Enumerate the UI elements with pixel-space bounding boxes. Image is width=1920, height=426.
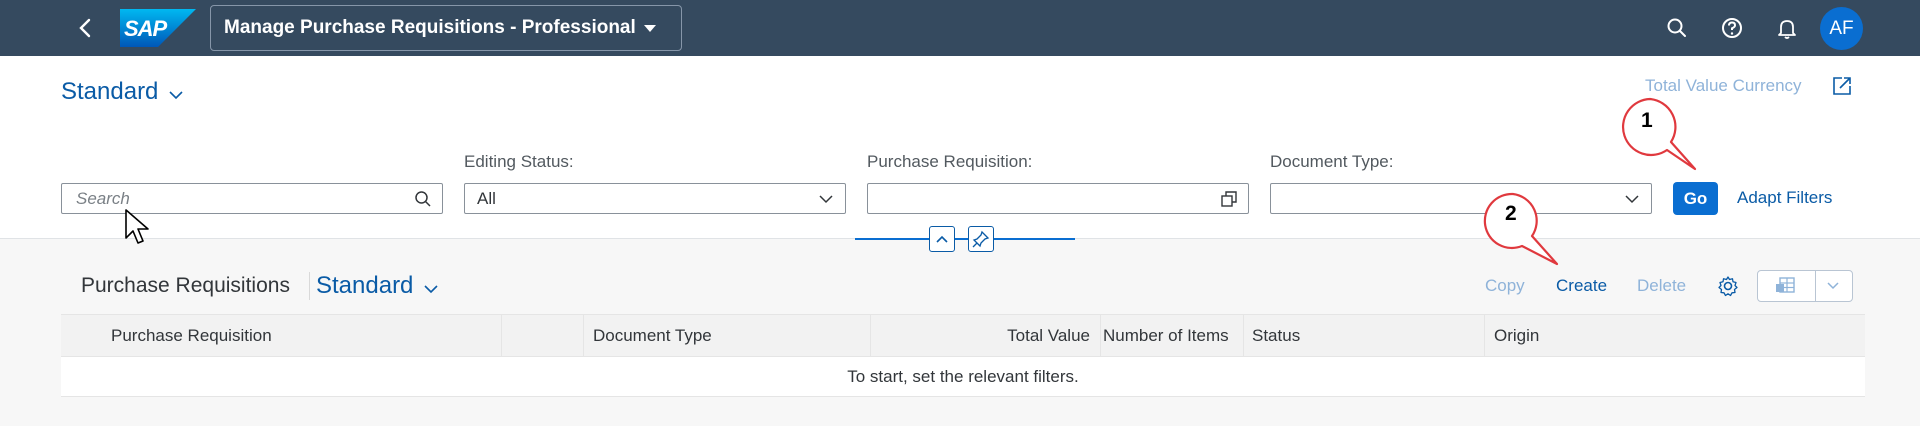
export-menu-button[interactable]: [1757, 270, 1853, 302]
column-number-of-items[interactable]: Number of Items: [1103, 326, 1229, 346]
shell-bar: SAP Manage Purchase Requisitions - Profe…: [0, 0, 1920, 56]
go-button[interactable]: Go: [1673, 182, 1718, 215]
editing-status-select[interactable]: All: [464, 183, 846, 214]
title-separator: [309, 272, 310, 300]
chevron-down-icon[interactable]: [1825, 281, 1841, 291]
chevron-up-icon: [936, 235, 948, 243]
search-icon[interactable]: [1663, 14, 1691, 42]
avatar-initials: AF: [1829, 17, 1854, 39]
purchase-requisition-label: Purchase Requisition:: [867, 152, 1033, 171]
pin-header-button[interactable]: [968, 226, 994, 252]
column-separator: [501, 315, 502, 357]
create-button[interactable]: Create: [1556, 276, 1607, 296]
editing-status-value: All: [477, 189, 496, 208]
column-document-type[interactable]: Document Type: [593, 326, 712, 346]
callout-1-number: 1: [1641, 109, 1653, 132]
collapse-header-button[interactable]: [929, 226, 955, 252]
export-spreadsheet-icon: [1776, 277, 1795, 293]
chevron-down-icon: [819, 195, 833, 204]
column-separator: [583, 315, 584, 357]
app-title: Manage Purchase Requisitions - Professio…: [224, 17, 636, 38]
table-variant-name: Standard: [316, 272, 414, 299]
variant-name: Standard: [61, 78, 159, 105]
column-status[interactable]: Status: [1252, 326, 1300, 346]
bell-icon[interactable]: [1773, 14, 1801, 42]
export-divider: [1815, 271, 1816, 301]
app-title-menu[interactable]: Manage Purchase Requisitions - Professio…: [210, 5, 682, 51]
avatar[interactable]: AF: [1820, 7, 1863, 50]
document-type-label: Document Type:: [1270, 152, 1394, 171]
column-separator: [870, 315, 871, 357]
mouse-cursor-icon: [125, 209, 149, 244]
table-title: Purchase Requisitions: [81, 274, 290, 297]
search-icon[interactable]: [414, 190, 432, 208]
table-variant-selector[interactable]: Standard: [316, 272, 439, 300]
caret-down-icon: [643, 24, 656, 32]
search-input[interactable]: Search: [61, 183, 443, 214]
gear-icon[interactable]: [1716, 274, 1740, 298]
total-value-currency-link[interactable]: Total Value Currency: [1645, 76, 1802, 96]
callout-1-bubble: [1621, 97, 1697, 171]
table-header-row: Purchase Requisition Document Type Total…: [61, 314, 1865, 357]
delete-button[interactable]: Delete: [1637, 276, 1686, 296]
column-separator: [1243, 315, 1244, 357]
pin-icon: [972, 230, 990, 248]
copy-button[interactable]: Copy: [1485, 276, 1525, 296]
logo-text: SAP: [124, 16, 167, 41]
variant-selector[interactable]: Standard: [61, 78, 184, 106]
go-label: Go: [1683, 188, 1708, 208]
callout-2-bubble: [1483, 192, 1559, 266]
value-help-icon[interactable]: [1220, 190, 1238, 208]
chevron-down-icon: [424, 284, 438, 293]
editing-status-label: Editing Status:: [464, 152, 574, 171]
table-body: To start, set the relevant filters.: [61, 357, 1865, 397]
column-origin[interactable]: Origin: [1494, 326, 1539, 346]
chevron-left-icon[interactable]: [72, 14, 100, 42]
column-separator: [1100, 315, 1101, 357]
filter-bar-divider: [855, 238, 1075, 240]
sap-logo[interactable]: SAP: [120, 9, 196, 47]
column-separator: [1484, 315, 1485, 357]
document-type-select[interactable]: [1270, 183, 1652, 214]
purchase-requisition-input[interactable]: [867, 183, 1249, 214]
help-icon[interactable]: [1718, 14, 1746, 42]
share-icon[interactable]: [1830, 74, 1854, 98]
adapt-filters-button[interactable]: Adapt Filters: [1737, 188, 1832, 208]
callout-2-number: 2: [1505, 202, 1517, 225]
column-total-value[interactable]: Total Value: [880, 326, 1090, 346]
search-placeholder: Search: [76, 189, 130, 208]
column-purchase-requisition[interactable]: Purchase Requisition: [111, 326, 272, 346]
chevron-down-icon: [169, 91, 183, 100]
chevron-down-icon: [1625, 195, 1639, 204]
no-data-text: To start, set the relevant filters.: [847, 367, 1079, 386]
